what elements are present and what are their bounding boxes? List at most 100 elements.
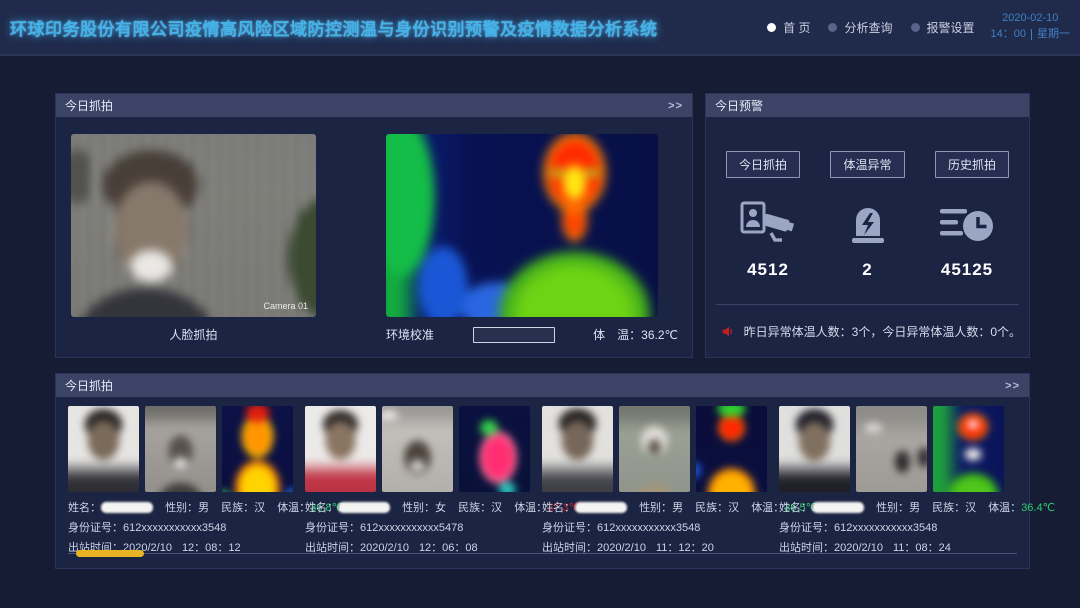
nav-label: 报警设置 xyxy=(927,19,975,36)
capture-record[interactable]: 姓名： 性别：男 民族：汉 体温：36.8℃ 身份证号：612xxxxxxxxx… xyxy=(68,406,305,558)
stat-value: 4512 xyxy=(732,260,804,280)
id-photo-thumbnail[interactable] xyxy=(542,406,613,492)
capture-records-panel: 今日抓拍 >> 姓名： 性别：男 民族：汉 体温：36.8℃ 身份证号： xyxy=(55,373,1030,569)
nav-item-home[interactable]: 首 页 xyxy=(767,19,810,36)
record-thumbnails xyxy=(542,406,779,492)
scene-capture-thumbnail[interactable] xyxy=(856,406,927,492)
ethnic-value: 汉 xyxy=(491,502,502,514)
gender-value: 男 xyxy=(198,502,209,514)
temp-label: 体温： xyxy=(988,502,1021,514)
panel-header: 今日预警 xyxy=(706,94,1029,117)
name-redacted xyxy=(812,502,864,513)
header-right: 首 页 分析查询 报警设置 2020-02-10 14：00 星期一 xyxy=(767,11,1070,43)
temp-value: 36.4℃ xyxy=(1021,502,1055,514)
bullet-dot-icon xyxy=(911,23,920,32)
thermal-thumbnail[interactable] xyxy=(696,406,767,492)
env-calibration-label: 环境校准 xyxy=(386,326,434,343)
today-capture-panel: 今日抓拍 >> Camera 01 人脸抓拍 环境校准 体 温：36.2℃ xyxy=(55,93,693,358)
gender-value: 女 xyxy=(435,502,446,514)
thermal-art xyxy=(222,406,293,492)
face-capture-image[interactable]: Camera 01 xyxy=(71,134,316,317)
thermal-caption-group: 环境校准 体 温：36.2℃ xyxy=(386,326,678,343)
warning-tabs: 今日抓拍 体温异常 历史抓拍 xyxy=(706,151,1029,178)
bullet-dot-icon xyxy=(767,23,776,32)
ethnic-label: 民族： xyxy=(695,502,728,514)
thermal-art xyxy=(459,406,530,492)
bullet-dot-icon xyxy=(828,23,837,32)
main-nav: 首 页 分析查询 报警设置 xyxy=(767,19,974,36)
id-photo-thumbnail[interactable] xyxy=(779,406,850,492)
divider xyxy=(1031,29,1032,40)
id-photo-art xyxy=(305,406,376,492)
id-value: 612xxxxxxxxxxx3548 xyxy=(834,522,937,534)
gender-label: 性别： xyxy=(639,502,672,514)
name-label: 姓名： xyxy=(779,502,812,514)
id-label: 身份证号： xyxy=(779,522,834,534)
thermal-thumbnail[interactable] xyxy=(222,406,293,492)
gender-value: 男 xyxy=(909,502,920,514)
ethnic-label: 民族： xyxy=(458,502,491,514)
horn-icon xyxy=(722,323,734,340)
id-value: 612xxxxxxxxxxx3548 xyxy=(123,522,226,534)
record-thumbnails xyxy=(68,406,305,492)
scene-art xyxy=(145,406,216,492)
body-temp-readout: 体 温：36.2℃ xyxy=(593,326,678,343)
tab-today-capture[interactable]: 今日抓拍 xyxy=(726,151,800,178)
stat-history-capture: 45125 xyxy=(931,200,1003,280)
camera-scene-art xyxy=(71,134,316,317)
panel-title: 今日抓拍 xyxy=(65,97,113,114)
name-label: 姓名： xyxy=(68,502,101,514)
thermal-thumbnail[interactable] xyxy=(459,406,530,492)
tab-history-capture[interactable]: 历史抓拍 xyxy=(935,151,1009,178)
gender-label: 性别： xyxy=(165,502,198,514)
thermal-art xyxy=(696,406,767,492)
abnormal-temp-notice: 昨日异常体温人数：3个，今日异常体温人数：0个。 xyxy=(722,323,1021,340)
tab-temp-abnormal[interactable]: 体温异常 xyxy=(830,151,904,178)
scrollbar-track[interactable] xyxy=(68,553,1017,554)
thermal-capture-image[interactable] xyxy=(386,134,658,317)
ethnic-value: 汉 xyxy=(965,502,976,514)
expand-arrows-icon[interactable]: >> xyxy=(1005,380,1020,392)
panel-title: 今日预警 xyxy=(715,97,763,114)
capture-record[interactable]: 姓名： 性别：女 民族：汉 体温：37.3℃ 身份证号：612xxxxxxxxx… xyxy=(305,406,542,558)
scrollbar-thumb[interactable] xyxy=(76,550,144,557)
temp-label: 体 温： xyxy=(593,328,641,342)
id-value: 612xxxxxxxxxxx3548 xyxy=(597,522,700,534)
thermal-thumbnail[interactable] xyxy=(933,406,1004,492)
capture-record[interactable]: 姓名： 性别：男 民族：汉 体温：36.4℃ 身份证号：612xxxxxxxxx… xyxy=(779,406,1016,558)
scene-capture-thumbnail[interactable] xyxy=(619,406,690,492)
nav-item-analysis-query[interactable]: 分析查询 xyxy=(828,19,892,36)
app-title: 环球印务股份有限公司疫情高风险区域防控测温与身份识别预警及疫情数据分析系统 xyxy=(10,15,658,40)
panel-title: 今日抓拍 xyxy=(65,377,113,394)
horizontal-scrollbar[interactable] xyxy=(68,550,1017,557)
expand-arrows-icon[interactable]: >> xyxy=(668,100,683,112)
scene-capture-thumbnail[interactable] xyxy=(382,406,453,492)
ethnic-value: 汉 xyxy=(254,502,265,514)
id-photo-thumbnail[interactable] xyxy=(305,406,376,492)
face-capture-caption: 人脸抓拍 xyxy=(71,326,316,343)
scene-art xyxy=(382,406,453,492)
time-text: 14：00 xyxy=(991,27,1026,43)
time-row: 14：00 星期一 xyxy=(991,27,1070,43)
weekday-text: 星期一 xyxy=(1037,27,1070,43)
nav-label: 首 页 xyxy=(783,19,810,36)
record-thumbnails xyxy=(779,406,1016,492)
caption-row: 人脸抓拍 环境校准 体 温：36.2℃ xyxy=(56,326,692,343)
nav-item-alarm-settings[interactable]: 报警设置 xyxy=(911,19,975,36)
today-warning-panel: 今日预警 今日抓拍 体温异常 历史抓拍 4512 xyxy=(705,93,1030,358)
name-redacted xyxy=(101,502,153,513)
date-text: 2020-02-10 xyxy=(991,11,1070,27)
alarm-icon xyxy=(847,200,889,248)
panel-header: 今日抓拍 >> xyxy=(56,94,692,117)
stat-value: 2 xyxy=(832,260,904,280)
ethnic-label: 民族： xyxy=(932,502,965,514)
id-photo-thumbnail[interactable] xyxy=(68,406,139,492)
capture-record[interactable]: 姓名： 性别：男 民族：汉 体温：36.5℃ 身份证号：612xxxxxxxxx… xyxy=(542,406,779,558)
env-calibration-input[interactable] xyxy=(473,327,555,343)
temp-value: 36.2℃ xyxy=(641,328,678,342)
id-value: 612xxxxxxxxxxx5478 xyxy=(360,522,463,534)
panel-header: 今日抓拍 >> xyxy=(56,374,1029,397)
id-photo-art xyxy=(542,406,613,492)
id-photo-art xyxy=(779,406,850,492)
scene-capture-thumbnail[interactable] xyxy=(145,406,216,492)
